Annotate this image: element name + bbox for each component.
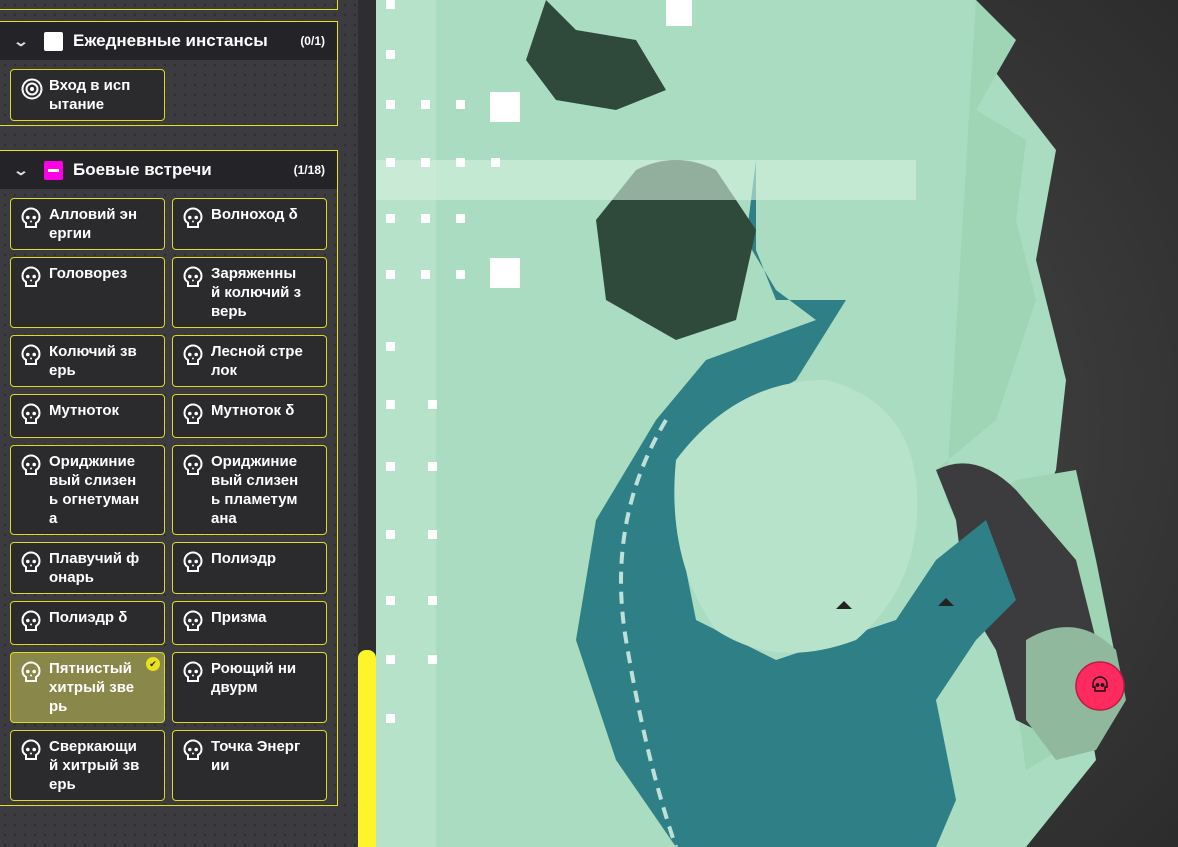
scrollbar-thumb[interactable] [358, 650, 376, 847]
skull-icon [21, 266, 41, 288]
encounter-card[interactable]: Головорез [10, 257, 165, 328]
card-label: Точка Энергии [211, 738, 301, 774]
previous-section [0, 0, 338, 10]
section-combat-encounters: ⌄ Боевые встречи (1/18) Алловий энергии В… [0, 150, 338, 806]
card-label: Роющий нидвурм [211, 660, 297, 696]
card-label: Полиэдр [211, 550, 277, 567]
target-icon [21, 78, 43, 100]
encounter-card[interactable]: Призма [172, 601, 327, 645]
skull-icon [183, 344, 203, 366]
encounter-card[interactable]: Роющий нидвурм [172, 652, 327, 723]
partial-checkbox[interactable] [44, 160, 63, 180]
skull-icon [21, 739, 41, 761]
card-label: Головорез [49, 265, 128, 282]
skull-icon [183, 207, 203, 229]
card-label: Плавучий фонарь [49, 550, 140, 586]
card-label: Заряженный колючий зверь [211, 265, 302, 320]
section-count: (1/18) [293, 163, 325, 177]
section-count: (0/1) [300, 34, 325, 48]
card-label: Призма [211, 609, 267, 626]
encounter-card[interactable]: Сверкающий хитрый зверь [10, 730, 165, 801]
encounter-card[interactable]: Плавучий фонарь [10, 542, 165, 594]
encounter-card[interactable]: Волноход δ [172, 198, 327, 250]
card-label: Волноход δ [211, 206, 298, 223]
card-label: Пятнистый хитрый зверь [49, 660, 135, 715]
section-daily-instances: ⌄ Ежедневные инстансы (0/1) Вход в испыт… [0, 21, 338, 126]
section-header[interactable]: ⌄ Боевые встречи (1/18) [0, 151, 337, 189]
card-label: Ориджиниевый слизень огнетумана [49, 453, 140, 527]
encounter-card[interactable]: Пятнистый хитрый зверь ✔ [10, 652, 165, 723]
card-label: Сверкающий хитрый зверь [49, 738, 140, 793]
items-grid: Вход в испытание [0, 60, 337, 125]
encounter-card[interactable]: Алловий энергии [10, 198, 165, 250]
skull-icon [21, 454, 41, 476]
skull-icon [21, 403, 41, 425]
encounter-card[interactable]: Колючий зверь [10, 335, 165, 387]
encounter-card[interactable]: Мутноток δ [172, 394, 327, 438]
encounter-card[interactable]: Мутноток [10, 394, 165, 438]
skull-icon [183, 454, 203, 476]
section-title: Боевые встречи [73, 160, 212, 179]
section-header[interactable]: ⌄ Ежедневные инстансы (0/1) [0, 22, 337, 60]
enemy-map-marker[interactable] [1075, 661, 1125, 711]
card-label: Колючий зверь [49, 343, 137, 379]
encounter-card[interactable]: Ориджиниевый слизень огнетумана [10, 445, 165, 535]
sidebar-panel: ⌄ Ежедневные инстансы (0/1) Вход в испыт… [0, 0, 358, 847]
card-label: Ориджиниевый слизень пламетумана [211, 453, 299, 527]
skull-icon [183, 551, 203, 573]
card-label: Алловий энергии [49, 206, 138, 242]
skull-icon [21, 207, 41, 229]
chevron-down-icon[interactable]: ⌄ [13, 162, 35, 179]
card-label: Лесной стрелок [211, 343, 303, 379]
map-view[interactable] [376, 0, 1178, 847]
card-label: Полиэдр δ [49, 609, 128, 626]
encounter-card[interactable]: Точка Энергии [172, 730, 327, 801]
skull-icon [183, 661, 203, 683]
skull-icon [21, 551, 41, 573]
card-label: Мутноток δ [211, 402, 295, 419]
skull-icon [21, 661, 41, 683]
section-title: Ежедневные инстансы [73, 31, 268, 50]
skull-icon [183, 266, 203, 288]
card-label: Вход в испытание [49, 77, 131, 113]
skull-icon [183, 610, 203, 632]
encounter-card[interactable]: Ориджиниевый слизень пламетумана [172, 445, 327, 535]
encounter-card[interactable]: Полиэдр δ [10, 601, 165, 645]
skull-icon [21, 610, 41, 632]
encounter-card[interactable]: Полиэдр [172, 542, 327, 594]
skull-icon [183, 403, 203, 425]
skull-icon [183, 739, 203, 761]
checkmark-icon: ✔ [146, 657, 160, 671]
chevron-down-icon[interactable]: ⌄ [13, 33, 35, 50]
card-label: Мутноток [49, 402, 120, 419]
checkbox[interactable] [44, 31, 63, 51]
skull-icon [21, 344, 41, 366]
encounter-card[interactable]: Заряженный колючий зверь [172, 257, 327, 328]
encounter-card[interactable]: Вход в испытание [10, 69, 165, 121]
items-grid: Алловий энергии Волноход δ Головорез Заряже… [0, 189, 337, 805]
encounter-card[interactable]: Лесной стрелок [172, 335, 327, 387]
